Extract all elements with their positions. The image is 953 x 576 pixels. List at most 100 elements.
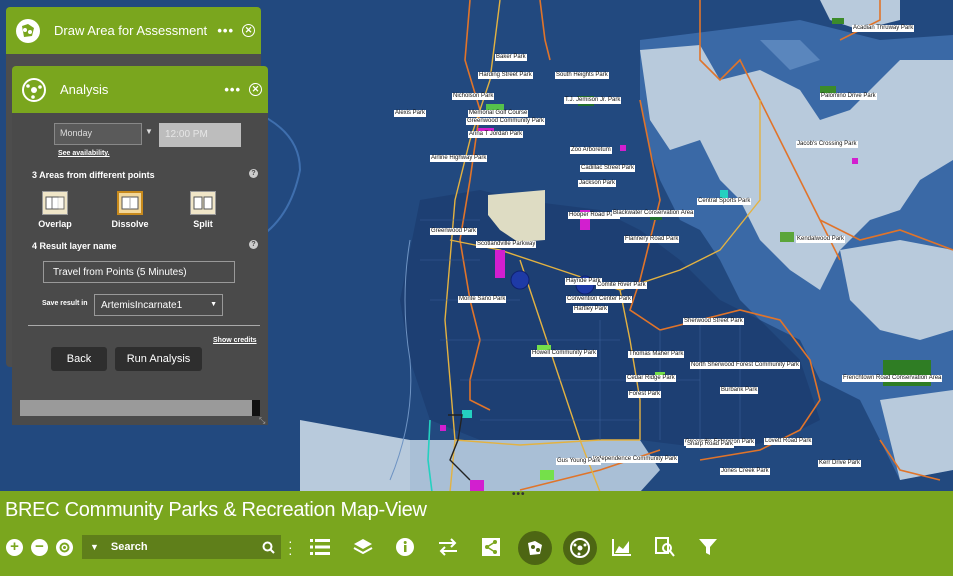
analysis-panel-body: Monday ▼ 12:00 PM See availability. 3 Ar… (12, 113, 268, 425)
park-label: Harding Street Park (478, 72, 533, 79)
split-icon (190, 191, 216, 215)
more-options-icon[interactable]: · · · (288, 534, 293, 560)
analysis-title: Analysis (60, 82, 109, 97)
draw-area-tool-icon (528, 541, 542, 555)
park-label: Acadian Thruway Park (852, 25, 915, 32)
park-label: Zoo Arboretum (570, 147, 612, 154)
info-icon[interactable] (394, 536, 416, 558)
locate-button[interactable] (56, 539, 73, 556)
save-result-select[interactable]: ArtemisIncarnate1 ▼ (94, 294, 223, 316)
analysis-header[interactable]: Analysis ••• ✕ (12, 66, 268, 113)
draw-area-menu-button[interactable]: ••• (217, 23, 234, 38)
search-dropdown-icon[interactable]: ▼ (90, 542, 99, 552)
park-label: T.J. Jemison Jr. Park (564, 97, 622, 104)
zoom-out-button[interactable]: − (31, 539, 48, 556)
layers-icon[interactable] (352, 536, 374, 558)
park-label: Airline Highway Park (430, 155, 488, 162)
park-label: Gus Young Park (556, 458, 602, 465)
swap-icon[interactable] (437, 536, 459, 558)
search-box[interactable]: ▼ Search (82, 535, 281, 559)
chart-icon[interactable] (611, 536, 633, 558)
show-credits-link[interactable]: Show credits (213, 337, 257, 344)
list-icon[interactable] (309, 536, 331, 558)
park-label: Cadillac Street Park (580, 165, 636, 172)
park-label: Thomas Maher Park (628, 351, 685, 358)
overlap-option[interactable]: Overlap (25, 191, 85, 229)
draw-area-close-button[interactable]: ✕ (242, 24, 255, 37)
zoom-in-button[interactable]: + (6, 539, 23, 556)
day-select[interactable]: Monday (54, 123, 142, 145)
draw-area-tool-button[interactable] (518, 531, 552, 565)
analysis-icon (20, 76, 48, 104)
park-label: Cedar Ridge Park (626, 375, 676, 382)
query-icon[interactable] (654, 536, 676, 558)
step4-help-icon[interactable]: ? (249, 240, 258, 249)
park-label: Sherwood Street Park (683, 318, 744, 325)
filter-icon[interactable] (697, 536, 719, 558)
park-label: Howell Community Park (531, 350, 598, 357)
share-icon[interactable] (480, 536, 502, 558)
draw-area-icon (14, 17, 42, 45)
analysis-close-button[interactable]: ✕ (249, 83, 262, 96)
search-icon[interactable] (262, 541, 275, 554)
park-label: Independence Community Park (592, 456, 679, 463)
see-availability-link[interactable]: See availability. (58, 150, 110, 157)
park-label: South Heights Park (555, 72, 609, 79)
step4-label: 4 Result layer name (32, 241, 117, 251)
time-input[interactable]: 12:00 PM (159, 123, 241, 147)
result-layer-name-input[interactable]: Travel from Points (5 Minutes) (43, 261, 235, 283)
dissolve-icon (117, 191, 143, 215)
back-button[interactable]: Back (51, 347, 107, 371)
park-label: Anna T Jordan Park (468, 131, 524, 138)
park-label: Comite River Park (596, 282, 647, 289)
park-label: Hartley Park (573, 306, 609, 313)
park-label: Jones Creek Park (720, 468, 770, 475)
park-label: Lovett Road Park (764, 438, 813, 445)
dissolve-option[interactable]: Dissolve (100, 191, 160, 229)
park-label: Jackson Park (578, 180, 617, 187)
save-result-value: ArtemisIncarnate1 (101, 300, 183, 311)
resize-handle-icon[interactable]: ⤡ (259, 416, 265, 426)
dissolve-label: Dissolve (111, 219, 149, 229)
chevron-down-icon[interactable]: ▼ (145, 127, 153, 136)
park-label: Scotlandville Parkway (476, 241, 537, 248)
park-label: Central Sports Park (697, 198, 752, 205)
park-label: Blackwater Conservation Area (612, 210, 695, 217)
draw-area-title: Draw Area for Assessment (54, 23, 208, 38)
park-label: Greenwood Park (430, 228, 478, 235)
analysis-point (510, 270, 530, 290)
analysis-tool-button[interactable] (563, 531, 597, 565)
bottom-toolbar: ••• BREC Community Parks & Recreation Ma… (0, 489, 953, 576)
app-title: BREC Community Parks & Recreation Map-Vi… (5, 499, 427, 521)
split-option[interactable]: Split (173, 191, 233, 229)
park-label: Kerr Drive Park (818, 460, 862, 467)
park-label: Jacob's Crossing Park (796, 141, 858, 148)
overlap-icon (42, 191, 68, 215)
park-label: Burbank Park (720, 387, 759, 394)
split-label: Split (193, 219, 213, 229)
step3-label: 3 Areas from different points (32, 170, 155, 180)
park-label: Memorial Golf Course (468, 110, 529, 117)
map-region (410, 440, 660, 492)
park-label: Sharp Road Park (686, 441, 735, 448)
chevron-down-icon: ▼ (210, 301, 217, 308)
overlap-label: Overlap (38, 219, 72, 229)
draw-area-header[interactable]: Draw Area for Assessment ••• ✕ (6, 7, 261, 54)
progress-bar (20, 400, 260, 416)
park-label: Convention Center Park (566, 296, 633, 303)
park-label: Flannery Road Park (624, 236, 680, 243)
park-label: Greenwood Community Park (466, 118, 546, 125)
park-label: Alexis Park (394, 110, 427, 117)
search-input[interactable]: Search (111, 541, 262, 553)
park-label: North Sherwood Forest Community Park (690, 362, 801, 369)
park-label: Frenchtown Road Conservation Area (842, 375, 943, 382)
bar-resize-handle[interactable]: ••• (512, 489, 526, 500)
park-label: Baker Park (495, 54, 527, 61)
save-result-label: Save result in (42, 300, 88, 307)
park-label: Monte Sano Park (458, 296, 507, 303)
step3-help-icon[interactable]: ? (249, 169, 258, 178)
analysis-menu-button[interactable]: ••• (224, 82, 241, 97)
analysis-tool-icon (570, 538, 590, 558)
run-analysis-button[interactable]: Run Analysis (115, 347, 202, 371)
park-label: Nicholson Park (452, 93, 495, 100)
